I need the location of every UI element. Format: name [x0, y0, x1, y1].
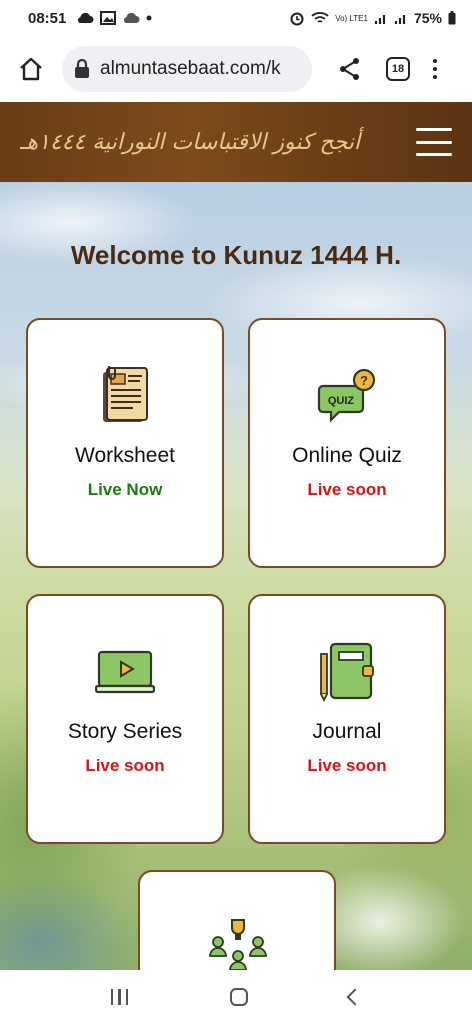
- image-icon: [100, 11, 117, 25]
- card-story-series[interactable]: Story Series Live soon: [26, 594, 224, 844]
- leaderboard-icon: [209, 919, 267, 970]
- journal-icon: [320, 642, 374, 703]
- url-text[interactable]: almuntasebaat.com/k: [100, 58, 281, 80]
- home-nav-button[interactable]: [229, 988, 248, 1006]
- video-icon: [95, 650, 155, 694]
- signal-icon: [394, 15, 406, 24]
- dot-icon: [146, 15, 152, 21]
- card-status: Live Now: [87, 480, 163, 499]
- card-title: Story Series: [67, 720, 183, 743]
- more-options-button[interactable]: [430, 52, 440, 86]
- address-bar[interactable]: almuntasebaat.com/k: [62, 46, 312, 92]
- worksheet-icon: [103, 366, 148, 422]
- home-icon: [20, 57, 42, 81]
- card-status: Live soon: [307, 756, 387, 775]
- cloud-icon: [124, 12, 140, 23]
- hamburger-menu-icon[interactable]: [416, 128, 452, 156]
- site-logo[interactable]: أنجح كنوز الاقتباسات النورانية ١٤٤٤هـ: [20, 130, 360, 155]
- page-title: Welcome to Kunuz 1444 H.: [70, 240, 402, 270]
- share-icon: [340, 58, 359, 80]
- site-header: أنجح كنوز الاقتباسات النورانية ١٤٤٤هـ: [0, 102, 472, 182]
- battery-percent: 75%: [413, 10, 442, 26]
- quiz-icon: QUIZ ?: [317, 368, 376, 423]
- card-title: Online Quiz: [292, 444, 402, 467]
- card-title: Worksheet: [75, 444, 175, 467]
- home-button[interactable]: [14, 52, 48, 86]
- card-online-quiz[interactable]: QUIZ ? Online Quiz Live soon: [248, 318, 446, 568]
- signal-icon: [374, 15, 386, 24]
- card-title: Journal: [312, 720, 382, 743]
- network-label: Vo) LTE1: [335, 13, 368, 23]
- svg-text:?: ?: [360, 373, 368, 388]
- card-worksheet[interactable]: Worksheet Live Now: [26, 318, 224, 568]
- status-time: 08:51: [28, 9, 67, 27]
- system-navigation-bar: [0, 970, 472, 1024]
- card-leaderboard[interactable]: [138, 870, 336, 970]
- browser-toolbar: almuntasebaat.com/k 18: [0, 36, 472, 102]
- recents-button[interactable]: [110, 989, 129, 1005]
- system-icons: Vo) LTE1 75%: [289, 10, 456, 26]
- wifi-icon: [311, 12, 329, 23]
- tab-switcher-button[interactable]: 18: [386, 57, 410, 81]
- notification-icons: [76, 11, 152, 25]
- battery-icon: [448, 11, 456, 25]
- svg-text:QUIZ: QUIZ: [328, 395, 355, 407]
- cloud-icon: [78, 12, 94, 23]
- share-button[interactable]: [336, 52, 364, 86]
- card-journal[interactable]: Journal Live soon: [248, 594, 446, 844]
- alarm-icon: [290, 12, 304, 26]
- card-status: Live soon: [307, 480, 387, 499]
- card-status: Live soon: [85, 756, 165, 775]
- back-button[interactable]: [346, 988, 364, 1006]
- lock-icon[interactable]: [74, 59, 90, 79]
- main-content: Welcome to Kunuz 1444 H. Worksheet Live …: [0, 182, 472, 970]
- status-bar: 08:51 Vo) LTE1 75%: [0, 0, 472, 36]
